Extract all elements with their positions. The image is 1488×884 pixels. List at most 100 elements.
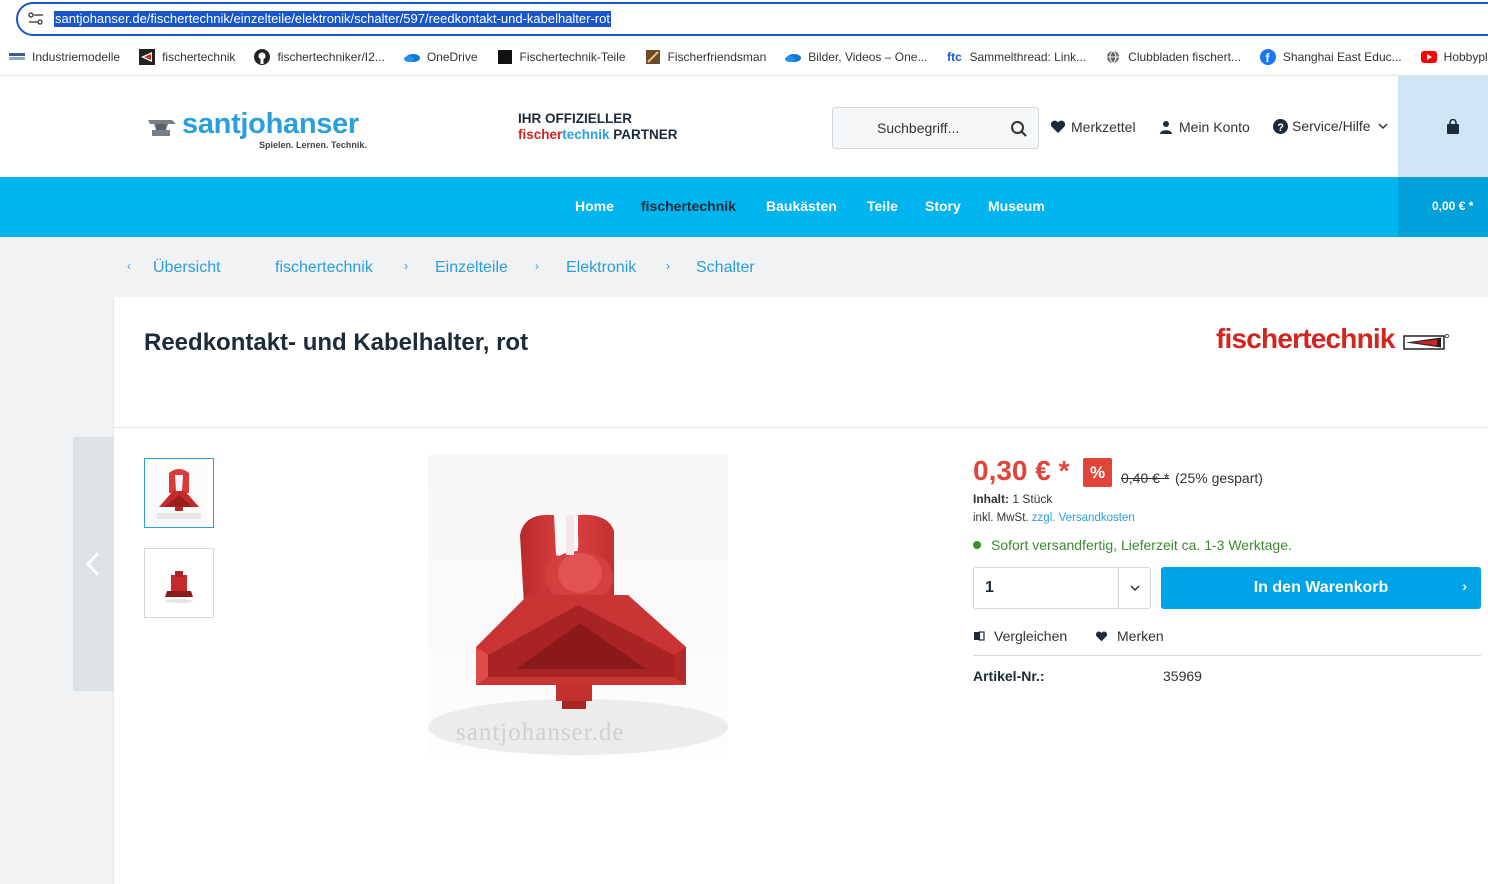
nav-story[interactable]: Story — [925, 198, 961, 214]
breadcrumb: ‹ Übersicht fischertechnik › Einzelteile… — [0, 237, 1488, 297]
youtube-icon — [1420, 49, 1437, 65]
bookmark-item[interactable]: f Shanghai East Educ... — [1259, 49, 1402, 65]
bookmark-item[interactable]: Industriemodelle — [9, 49, 120, 65]
bookmark-item[interactable]: Fischertechnik-Teile — [497, 49, 626, 65]
image-slider-prev-button[interactable] — [73, 437, 113, 691]
product-image — [428, 455, 728, 757]
service-label: Service/Hilfe — [1292, 118, 1371, 134]
partner-fischer-text: fischer — [518, 127, 563, 142]
availability-dot-icon — [973, 541, 981, 549]
bookmark-label: OneDrive — [426, 50, 478, 64]
search-box — [832, 107, 1039, 149]
product-price: 0,30 € * — [973, 455, 1070, 486]
bookmark-item[interactable]: fischertechnik — [139, 49, 235, 65]
onedrive-icon — [785, 49, 802, 65]
partner-word: PARTNER — [609, 127, 678, 142]
bookmark-item[interactable]: OneDrive — [403, 49, 478, 65]
divider — [973, 655, 1481, 656]
fischertechnik-emblem-icon — [1402, 334, 1449, 350]
nav-home[interactable]: Home — [575, 198, 614, 214]
tax-text: inkl. MwSt. — [973, 512, 1029, 524]
url-text: santjohanser.de/fischertechnik/einzeltei… — [54, 11, 611, 27]
black-square-icon — [497, 49, 513, 65]
help-icon: ? — [1273, 118, 1288, 134]
breadcrumb-item[interactable]: Einzelteile — [435, 259, 508, 277]
breadcrumb-item[interactable]: Elektronik — [566, 259, 636, 277]
service-menu[interactable]: ? Service/Hilfe — [1273, 118, 1388, 134]
bookmark-item[interactable]: Hobbyplott — [1420, 49, 1488, 65]
compare-link[interactable]: Vergleichen — [973, 628, 1067, 644]
nav-baukaesten[interactable]: Baukästen — [766, 198, 837, 214]
github-icon — [254, 49, 271, 65]
bookmark-item[interactable]: Fischerfriendsman — [645, 49, 766, 65]
shopping-bag-icon — [1447, 119, 1459, 134]
anvil-logo-icon — [148, 120, 176, 136]
sku-label: Artikel-Nr.: — [973, 668, 1045, 684]
bookmark-label: fischertechniker/I2... — [277, 50, 385, 64]
ftc-icon: ftc — [947, 50, 962, 64]
breadcrumb-back-link[interactable]: Übersicht — [153, 259, 221, 277]
remember-link[interactable]: Merken — [1095, 628, 1164, 644]
chevron-left-icon: ‹ — [127, 259, 131, 273]
product-thumbnail[interactable] — [144, 458, 214, 528]
chevron-right-icon: › — [1462, 578, 1467, 594]
quantity-dropdown-toggle[interactable] — [1118, 568, 1150, 608]
nav-fischertechnik[interactable]: fischertechnik — [641, 198, 736, 214]
onedrive-icon — [403, 49, 420, 65]
logo-wordmark: santjohanser — [182, 108, 359, 140]
wishlist-link[interactable]: Merkzettel — [1050, 119, 1136, 135]
brand-logo[interactable]: fischertechnik — [1216, 323, 1449, 355]
bookmark-label: Shanghai East Educ... — [1282, 50, 1402, 64]
site-info-icon[interactable] — [28, 12, 44, 26]
facebook-icon: f — [1259, 49, 1276, 65]
bookmarks-bar: Industriemodelle fischertechnik fischert… — [0, 44, 1488, 70]
globe-icon — [1105, 49, 1121, 65]
bookmark-label: Clubbladen fischert... — [1128, 50, 1241, 64]
nav-teile[interactable]: Teile — [867, 198, 898, 214]
chevron-left-icon — [86, 551, 100, 577]
product-thumbnail[interactable] — [144, 548, 214, 618]
svg-text:?: ? — [1277, 122, 1284, 134]
breadcrumb-item[interactable]: Schalter — [696, 259, 755, 277]
breadcrumb-item[interactable]: fischertechnik — [275, 259, 373, 277]
product-main-image[interactable]: santjohanser.de — [428, 455, 728, 757]
bookmark-label: Sammelthread: Link... — [969, 50, 1087, 64]
bookmark-item[interactable]: ftc Sammelthread: Link... — [946, 49, 1086, 65]
product-thumbnail-image — [151, 463, 207, 523]
savings-text: (25% gespart) — [1175, 470, 1263, 486]
nav-museum[interactable]: Museum — [988, 198, 1045, 214]
add-to-cart-label: In den Warenkorb — [1253, 579, 1389, 596]
content-label: Inhalt: — [973, 492, 1009, 506]
wishlist-label: Merkzettel — [1071, 119, 1136, 135]
partner-badge: IHR OFFIZIELLER fischertechnik PARTNER — [518, 111, 678, 143]
shipping-link[interactable]: zzgl. Versandkosten — [1032, 512, 1135, 524]
logo-tagline: Spielen. Lernen. Technik. — [259, 140, 367, 150]
quantity-value: 1 — [985, 579, 994, 596]
account-link[interactable]: Mein Konto — [1159, 119, 1250, 135]
heart-icon — [1095, 631, 1108, 641]
product-title: Reedkontakt- und Kabelhalter, rot — [144, 329, 529, 356]
user-icon — [1160, 121, 1172, 134]
site-header: santjohanser Spielen. Lernen. Technik. I… — [0, 76, 1488, 237]
search-input[interactable] — [833, 108, 993, 148]
bookmark-item[interactable]: Clubbladen fischert... — [1105, 49, 1241, 65]
bookmark-bar-icon — [9, 49, 25, 65]
bookmark-label: Fischertechnik-Teile — [519, 50, 626, 64]
search-button[interactable] — [1006, 116, 1032, 142]
chevron-down-icon — [1129, 585, 1140, 591]
heart-icon — [1050, 120, 1066, 133]
bookmark-item[interactable]: fischertechniker/I2... — [254, 49, 385, 65]
remember-label: Merken — [1117, 628, 1164, 644]
fischertechnik-icon — [139, 49, 156, 65]
url-field[interactable]: santjohanser.de/fischertechnik/einzeltei… — [16, 2, 1488, 36]
bookmark-item[interactable]: Bilder, Videos – One... — [785, 49, 927, 65]
partner-brand-line: fischertechnik PARTNER — [518, 127, 678, 143]
sku-value: 35969 — [1163, 668, 1202, 684]
quantity-select[interactable]: 1 — [973, 567, 1151, 609]
product-thumbnail-image — [151, 553, 207, 613]
search-icon — [1011, 121, 1027, 137]
content-value: 1 Stück — [1012, 492, 1053, 506]
cart-amount[interactable]: 0,00 € * — [1432, 199, 1473, 213]
bookmark-label: Industriemodelle — [32, 50, 121, 64]
add-to-cart-button[interactable]: In den Warenkorb › — [1161, 567, 1481, 609]
